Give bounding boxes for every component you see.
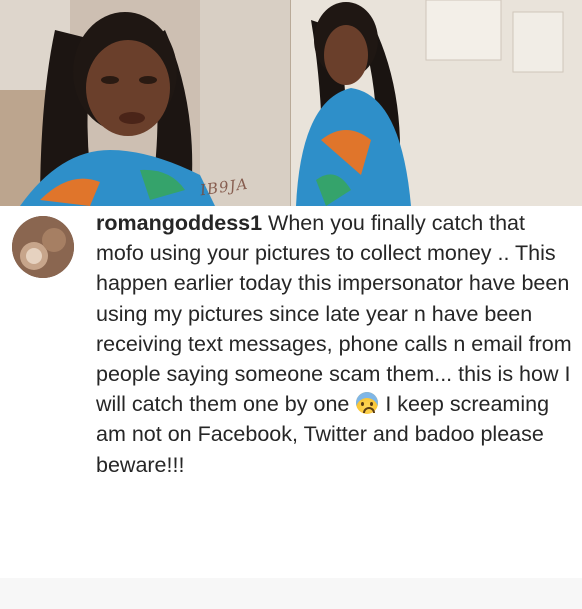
fearful-face-emoji-icon: [356, 392, 379, 415]
avatar-image: [12, 216, 74, 278]
bottom-blank-strip: [0, 578, 582, 609]
caption-body-part1: When you finally catch that mofo using y…: [96, 211, 572, 417]
caption-username[interactable]: romangoddess1: [96, 211, 262, 235]
woman-profile-photo: [290, 0, 582, 206]
post-photo-left: IB9JA: [0, 0, 290, 206]
post-photo-right: [289, 0, 582, 206]
post-caption-area: romangoddess1 When you finally catch tha…: [0, 206, 582, 578]
post-photo-collage: IB9JA: [0, 0, 582, 206]
avatar[interactable]: [12, 216, 74, 278]
instagram-post-screenshot: IB9JA romangoddess1 When you finally cat…: [0, 0, 582, 609]
caption-text: romangoddess1 When you finally catch tha…: [96, 208, 572, 480]
